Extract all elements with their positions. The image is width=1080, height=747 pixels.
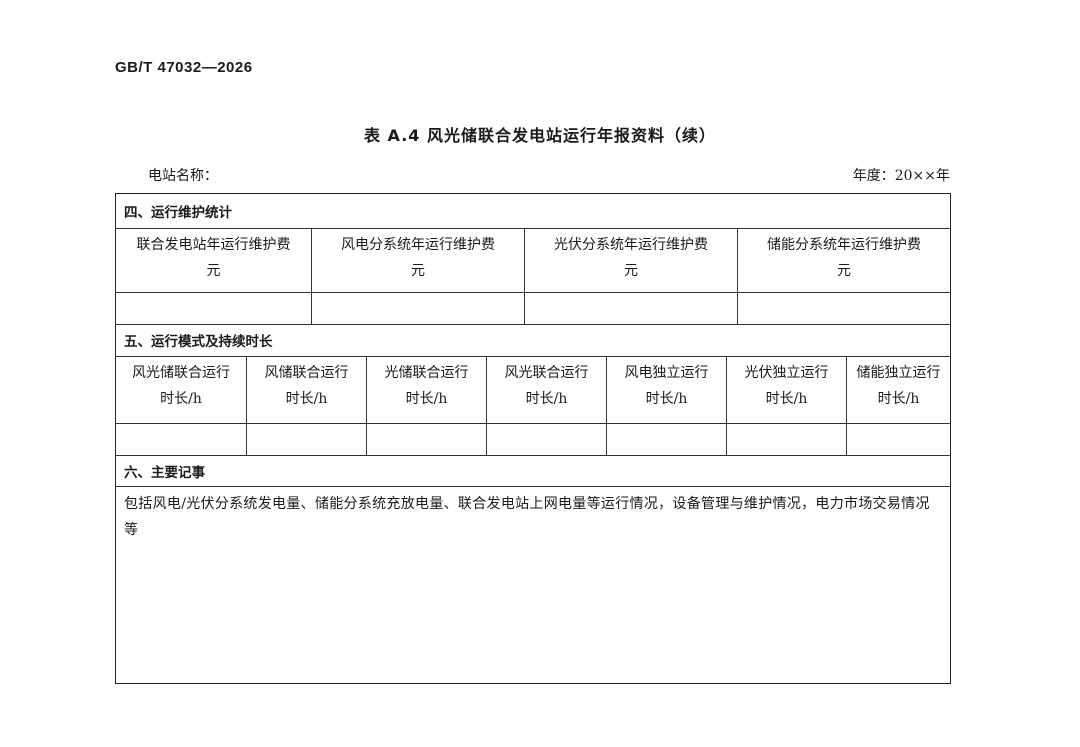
section5-col-header: 风电独立运行 时长/h <box>607 356 727 423</box>
section4-header-row: 联合发电站年运行维护费 元 风电分系统年运行维护费 元 光伏分系统年运行维护费 … <box>116 228 950 292</box>
data-cell[interactable] <box>727 423 847 455</box>
col-unit: 元 <box>837 263 851 279</box>
section4-col-header: 风电分系统年运行维护费 元 <box>312 228 525 292</box>
col-unit: 时长/h <box>525 391 568 407</box>
section5-data-row <box>116 423 950 455</box>
section5-col-header: 风储联合运行 时长/h <box>247 356 367 423</box>
data-cell[interactable] <box>116 292 312 324</box>
section5-col-header: 光伏独立运行 时长/h <box>727 356 847 423</box>
col-label: 光储联合运行 <box>384 365 469 381</box>
data-cell[interactable] <box>312 292 525 324</box>
data-cell[interactable] <box>738 292 950 324</box>
col-label: 储能独立运行 <box>856 365 941 381</box>
section5-col-header: 光储联合运行 时长/h <box>367 356 487 423</box>
station-name-label: 电站名称： <box>148 168 218 184</box>
section4-heading: 四、运行维护统计 <box>124 205 232 221</box>
col-label: 联合发电站年运行维护费 <box>136 237 291 253</box>
col-label: 风储联合运行 <box>264 365 349 381</box>
section4-data-row <box>116 292 950 324</box>
section4-col-header: 光伏分系统年运行维护费 元 <box>525 228 738 292</box>
section5-col-header: 储能独立运行 时长/h <box>847 356 950 423</box>
table-title: 表 A.4 风光储联合发电站运行年报资料（续） <box>363 126 717 145</box>
col-unit: 时长/h <box>405 391 448 407</box>
col-unit: 元 <box>624 263 638 279</box>
col-label: 风电分系统年运行维护费 <box>341 237 495 253</box>
main-events-text[interactable]: 包括风电/光伏分系统发电量、储能分系统充放电量、联合发电站上网电量等运行情况，设… <box>124 491 942 543</box>
col-label: 风电独立运行 <box>624 365 709 381</box>
data-cell[interactable] <box>525 292 738 324</box>
col-unit: 时长/h <box>285 391 328 407</box>
section5-col-header: 风光储联合运行 时长/h <box>116 356 247 423</box>
col-unit: 时长/h <box>877 391 920 407</box>
col-unit: 时长/h <box>765 391 808 407</box>
section5-header-row: 风光储联合运行 时长/h 风储联合运行 时长/h 光储联合运行 时长/h 风光联… <box>116 356 950 423</box>
col-label: 风光联合运行 <box>504 365 589 381</box>
col-label: 光伏分系统年运行维护费 <box>554 237 708 253</box>
section4-col-header: 储能分系统年运行维护费 元 <box>738 228 950 292</box>
data-cell[interactable] <box>247 423 367 455</box>
data-cell[interactable] <box>116 423 247 455</box>
section5-col-header: 风光联合运行 时长/h <box>487 356 607 423</box>
col-unit: 时长/h <box>645 391 688 407</box>
col-unit: 元 <box>206 263 221 279</box>
data-cell[interactable] <box>487 423 607 455</box>
data-cell[interactable] <box>607 423 727 455</box>
year-label: 年度：20××年 <box>852 168 950 184</box>
divider <box>116 486 950 487</box>
col-unit: 元 <box>411 263 425 279</box>
col-label: 风光储联合运行 <box>132 365 230 381</box>
report-table: 四、运行维护统计 联合发电站年运行维护费 元 风电分系统年运行维护费 元 光伏分… <box>115 193 951 684</box>
standard-code: GB/T 47032—2026 <box>115 59 253 76</box>
col-label: 储能分系统年运行维护费 <box>767 237 921 253</box>
data-cell[interactable] <box>847 423 950 455</box>
section5-heading: 五、运行模式及持续时长 <box>124 334 273 350</box>
col-unit: 时长/h <box>160 391 202 407</box>
col-label: 光伏独立运行 <box>744 365 829 381</box>
data-cell[interactable] <box>367 423 487 455</box>
section6-heading: 六、主要记事 <box>124 464 205 481</box>
section4-col-header: 联合发电站年运行维护费 元 <box>116 228 312 292</box>
